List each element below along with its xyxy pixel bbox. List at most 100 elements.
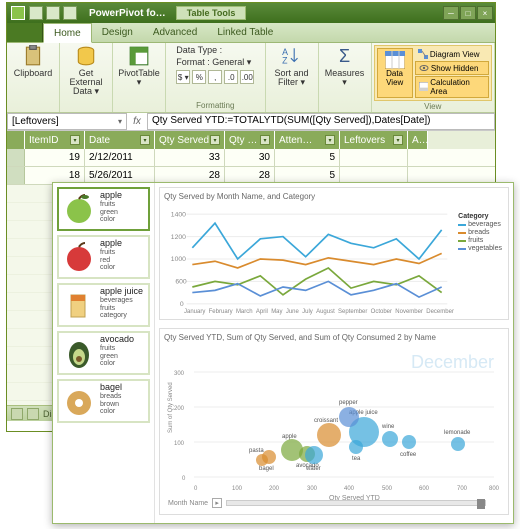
svg-text:100: 100 — [174, 441, 185, 447]
svg-text:500: 500 — [382, 486, 393, 492]
format-dropdown[interactable]: Format : General ▾ — [176, 57, 254, 68]
show-hidden-button[interactable]: Show Hidden — [415, 61, 489, 75]
chevron-down-icon[interactable]: ▾ — [118, 117, 122, 126]
tab-home[interactable]: Home — [43, 23, 92, 43]
filter-icon[interactable]: ▾ — [140, 135, 150, 145]
filter-icon[interactable]: ▾ — [393, 135, 403, 145]
tile-bagel[interactable]: bagelbreadsbrowncolor — [57, 379, 150, 423]
file-tab[interactable] — [7, 23, 43, 42]
svg-text:tea: tea — [352, 456, 361, 462]
window-title: PowerPivot fo… — [89, 8, 166, 19]
col-header-date[interactable]: Date▾ — [85, 131, 155, 149]
col-header-leftovers[interactable]: Leftovers▾ — [340, 131, 408, 149]
tile-apple-red[interactable]: applefruitsredcolor — [57, 235, 150, 279]
tab-linked-table[interactable]: Linked Table — [207, 23, 283, 42]
svg-text:bagel: bagel — [259, 466, 274, 472]
svg-text:0: 0 — [180, 301, 184, 308]
calculation-area-button[interactable]: Calculation Area — [415, 76, 489, 98]
sort-icon: AZ — [281, 45, 303, 67]
measures-button[interactable]: Σ Measures ▾ — [323, 45, 367, 87]
col-header-atten[interactable]: Atten…▾ — [275, 131, 340, 149]
table-row[interactable]: 19 2/12/2011 33 30 5 — [7, 149, 495, 167]
sort-filter-button[interactable]: AZ Sort and Filter ▾ — [270, 45, 314, 87]
pivottable-button[interactable]: PivotTable ▾ — [117, 45, 161, 87]
tab-advanced[interactable]: Advanced — [143, 23, 207, 42]
col-header-qtyserved[interactable]: Qty Served▾ — [155, 131, 225, 149]
comma-button[interactable]: , — [208, 70, 222, 84]
group-label-view: View — [424, 101, 441, 111]
play-icon[interactable]: ▸ — [212, 498, 222, 508]
close-button[interactable]: × — [477, 6, 493, 20]
svg-text:300: 300 — [174, 371, 185, 377]
bagel-icon — [61, 383, 97, 419]
group-label-formatting: Formatting — [196, 100, 234, 110]
diagram-icon — [418, 49, 428, 59]
formula-bar: [Leftovers] ▾ fx Qty Served YTD:=TOTALYT… — [7, 113, 495, 131]
sigma-icon: Σ — [334, 45, 356, 67]
svg-text:apple: apple — [282, 434, 297, 440]
name-box[interactable]: [Leftovers] ▾ — [7, 113, 127, 130]
filter-icon[interactable]: ▾ — [210, 135, 220, 145]
filter-icon[interactable]: ▾ — [325, 135, 335, 145]
clipboard-button[interactable]: Clipboard — [11, 45, 55, 78]
qat-undo-icon[interactable] — [46, 6, 60, 20]
percent-button[interactable]: % — [192, 70, 206, 84]
tab-design[interactable]: Design — [92, 23, 143, 42]
col-header-itemid[interactable]: ItemID▾ — [25, 131, 85, 149]
clipboard-icon — [22, 45, 44, 67]
tile-apple-juice[interactable]: apple juicebeveragesfruitscategory — [57, 283, 150, 327]
quick-access-toolbar — [29, 6, 77, 20]
svg-text:200: 200 — [174, 406, 185, 412]
decrease-decimal-button[interactable]: .00 — [240, 70, 254, 84]
svg-text:coffee: coffee — [400, 452, 417, 458]
minimize-button[interactable]: ─ — [443, 6, 459, 20]
row-header[interactable] — [7, 167, 25, 184]
svg-text:200: 200 — [269, 486, 280, 492]
tile-list: applefruitsgreencolor applefruitsredcolo… — [53, 183, 155, 523]
watermark: December — [411, 352, 494, 373]
database-icon — [75, 45, 97, 67]
bubble-chart[interactable]: Qty Served YTD, Sum of Qty Served, and S… — [159, 328, 509, 515]
tile-avocado[interactable]: avocadofruitsgreencolor — [57, 331, 150, 375]
apple-green-icon — [61, 191, 97, 227]
qat-redo-icon[interactable] — [63, 6, 77, 20]
svg-text:1200: 1200 — [171, 234, 186, 241]
titlebar: PowerPivot fo… Table Tools ─ □ × — [7, 3, 495, 23]
col-header-qty[interactable]: Qty …▾ — [225, 131, 275, 149]
time-slider[interactable] — [226, 500, 486, 506]
maximize-button[interactable]: □ — [460, 6, 476, 20]
col-header-add[interactable]: A… — [408, 131, 428, 149]
svg-text:0: 0 — [194, 486, 198, 492]
svg-text:croissant: croissant — [314, 418, 338, 424]
dashboard-window: applefruitsgreencolor applefruitsredcolo… — [52, 182, 514, 524]
data-type-dropdown[interactable]: Data Type : — [176, 45, 254, 55]
svg-text:100: 100 — [232, 486, 243, 492]
row-header-corner[interactable] — [7, 131, 25, 149]
pivottable-icon — [128, 45, 150, 67]
chart-title: Qty Served by Month Name, and Category — [164, 192, 504, 201]
ribbon-tabs: Home Design Advanced Linked Table — [7, 23, 495, 43]
get-external-data-button[interactable]: Get External Data ▾ — [64, 45, 108, 96]
line-chart[interactable]: Qty Served by Month Name, and Category 1… — [159, 187, 509, 320]
svg-text:0: 0 — [182, 476, 186, 482]
svg-text:lemonade: lemonade — [444, 430, 471, 436]
slider-label: Month Name — [168, 500, 208, 507]
qat-save-icon[interactable] — [29, 6, 43, 20]
filter-icon[interactable]: ▾ — [260, 135, 270, 145]
eye-icon — [419, 63, 429, 73]
svg-text:1000: 1000 — [171, 256, 186, 263]
fx-icon[interactable]: fx — [127, 113, 147, 130]
app-icon — [11, 6, 25, 20]
formula-input[interactable]: Qty Served YTD:=TOTALYTD(SUM([Qty Served… — [147, 113, 495, 130]
row-header[interactable] — [7, 149, 25, 166]
diagram-view-button[interactable]: Diagram View — [415, 48, 489, 60]
filter-icon[interactable]: ▾ — [70, 135, 80, 145]
tile-apple-green[interactable]: applefruitsgreencolor — [57, 187, 150, 231]
currency-button[interactable]: $ ▾ — [176, 70, 190, 84]
scroll-right-icon[interactable] — [27, 408, 39, 420]
svg-text:pasta: pasta — [249, 448, 264, 454]
context-tab-label: Table Tools — [176, 6, 247, 20]
increase-decimal-button[interactable]: .0 — [224, 70, 238, 84]
scroll-left-icon[interactable] — [11, 408, 23, 420]
data-view-button[interactable]: Data View — [377, 48, 413, 98]
